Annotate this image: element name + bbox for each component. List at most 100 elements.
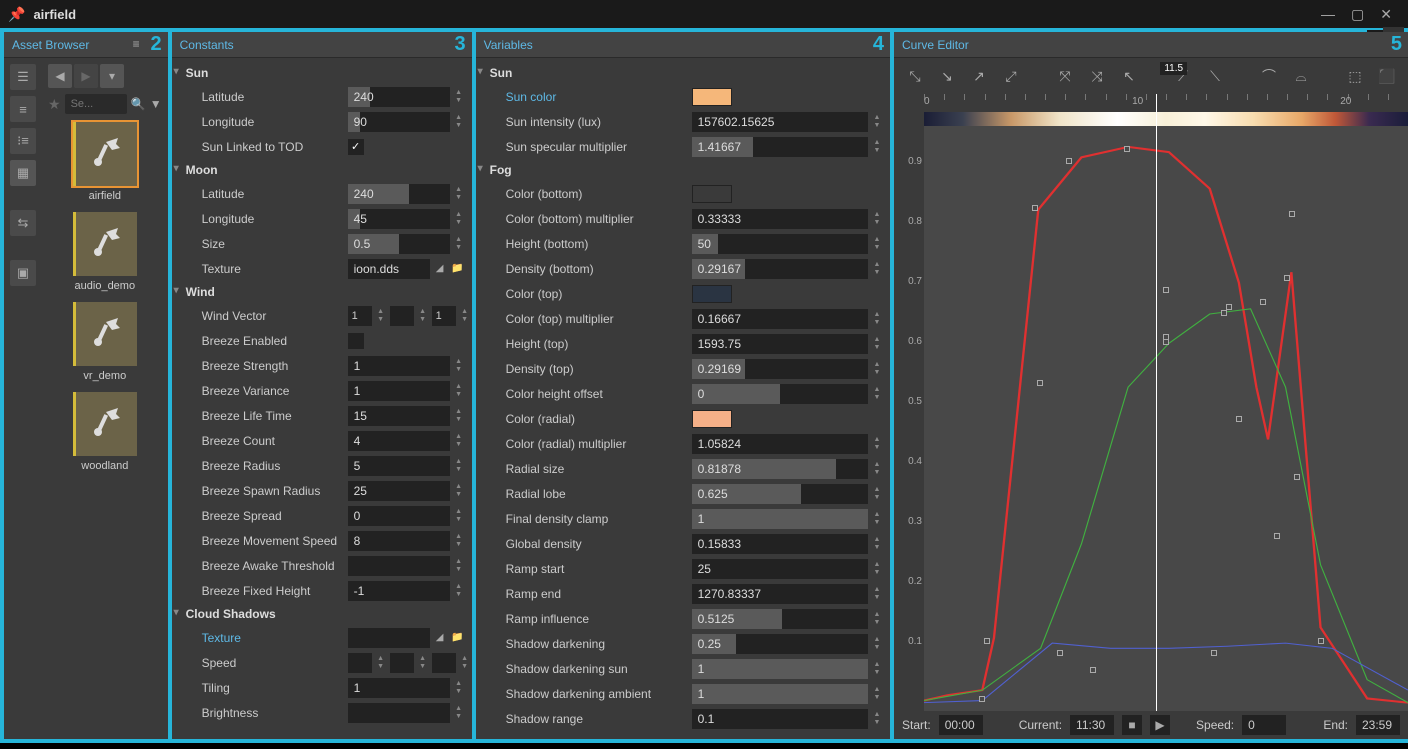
number-input[interactable]: 8 — [348, 531, 450, 551]
number-input[interactable]: 1 — [348, 381, 450, 401]
number-input[interactable]: 0.1 — [692, 709, 868, 729]
spinner[interactable]: ▲▼ — [452, 481, 466, 501]
spinner[interactable]: ▲▼ — [870, 584, 884, 604]
nav-back-button[interactable]: ◀ — [48, 64, 72, 88]
snap-icon[interactable]: ⬚ — [1342, 63, 1368, 89]
vec-z[interactable] — [432, 653, 456, 673]
group-header[interactable]: Sun — [478, 62, 888, 84]
view-list-icon[interactable]: ☰ — [10, 64, 36, 90]
number-input[interactable]: 240 — [348, 87, 450, 107]
group-header[interactable]: Wind — [174, 281, 470, 303]
spinner[interactable]: ▲▼ — [452, 184, 466, 204]
spinner[interactable]: ▲▼ — [452, 356, 466, 376]
number-input[interactable]: 0.81878 — [692, 459, 868, 479]
color-swatch[interactable] — [692, 185, 732, 203]
spinner[interactable]: ▲▼ — [870, 534, 884, 554]
spinner[interactable]: ▲▼ — [870, 684, 884, 704]
current-input[interactable] — [1070, 715, 1114, 735]
number-input[interactable]: 1 — [348, 356, 450, 376]
number-input[interactable]: 1 — [692, 684, 868, 704]
keyframe-point[interactable] — [1211, 650, 1217, 656]
spinner[interactable]: ▲▼ — [870, 634, 884, 654]
number-input[interactable]: 240 — [348, 184, 450, 204]
number-input[interactable]: 90 — [348, 112, 450, 132]
spinner[interactable]: ▲▼ — [452, 581, 466, 601]
keyframe-point[interactable] — [1037, 380, 1043, 386]
browse-icon[interactable]: 📁 — [450, 629, 466, 647]
spinner[interactable]: ▲▼ — [870, 137, 884, 157]
number-input[interactable]: 0.25 — [692, 634, 868, 654]
tangent-step-icon[interactable]: ⤨ — [1084, 63, 1110, 89]
keyframe-point[interactable] — [1221, 310, 1227, 316]
spinner[interactable]: ▲▼ — [452, 678, 466, 698]
color-swatch[interactable] — [692, 285, 732, 303]
sync-icon[interactable]: ⇆ — [10, 210, 36, 236]
clear-icon[interactable]: ◢ — [432, 629, 448, 647]
view-items-icon[interactable]: ⁝≡ — [10, 128, 36, 154]
spinner[interactable]: ▲▼ — [870, 334, 884, 354]
number-input[interactable]: 15 — [348, 406, 450, 426]
number-input[interactable]: -1 — [348, 581, 450, 601]
number-input[interactable]: 1.41667 — [692, 137, 868, 157]
keyframe-point[interactable] — [1057, 650, 1063, 656]
nav-forward-button[interactable]: ▶ — [74, 64, 98, 88]
search-icon[interactable]: 🔍 — [131, 97, 146, 111]
keyframe-point[interactable] — [979, 696, 985, 702]
keyframe-point[interactable] — [1066, 158, 1072, 164]
keyframe-point[interactable] — [1163, 339, 1169, 345]
keyframe-point[interactable] — [1226, 304, 1232, 310]
curve-smooth-icon[interactable]: ⌒ — [1256, 63, 1282, 89]
timeline-ruler[interactable]: 01020 — [924, 94, 1408, 112]
number-input[interactable]: 0.33333 — [692, 209, 868, 229]
clear-icon[interactable]: ◢ — [432, 260, 448, 278]
asset-thumbnail[interactable] — [73, 212, 137, 276]
spinner[interactable]: ▲▼ — [452, 112, 466, 132]
spinner[interactable]: ▲▼ — [452, 506, 466, 526]
tangent-unify-icon[interactable]: ⤧ — [1052, 63, 1078, 89]
checkbox[interactable]: ✓ — [348, 139, 364, 155]
spinner[interactable]: ▲▼ — [452, 209, 466, 229]
file-field[interactable] — [348, 628, 430, 648]
minimize-button[interactable]: — — [1313, 6, 1343, 22]
group-header[interactable]: Fog — [478, 159, 888, 181]
spinner[interactable]: ▲▼ — [870, 509, 884, 529]
curve-flat-icon[interactable]: ⌓ — [1288, 63, 1314, 89]
vec-z[interactable] — [432, 306, 456, 326]
number-input[interactable]: 50 — [692, 234, 868, 254]
vec-x[interactable] — [348, 306, 372, 326]
spinner[interactable]: ▲▼ — [870, 384, 884, 404]
panel-menu-icon[interactable]: ≡ — [133, 37, 140, 51]
number-input[interactable]: 1593.75 — [692, 334, 868, 354]
spinner[interactable]: ▲▼ — [452, 381, 466, 401]
options-icon[interactable]: ⬛ — [1374, 63, 1400, 89]
spinner[interactable]: ▲▼ — [458, 653, 472, 673]
pin-icon[interactable]: 📌 — [8, 6, 25, 23]
view-grid-icon[interactable]: ▦ — [10, 160, 36, 186]
folder-icon[interactable]: ▣ — [10, 260, 36, 286]
keyframe-point[interactable] — [1090, 667, 1096, 673]
spinner[interactable]: ▲▼ — [452, 556, 466, 576]
vec-y[interactable] — [390, 306, 414, 326]
spinner[interactable]: ▲▼ — [870, 234, 884, 254]
checkbox[interactable] — [348, 333, 364, 349]
tangent-out-icon[interactable]: ↗ — [966, 63, 992, 89]
asset-item[interactable]: audio_demo — [48, 212, 162, 292]
spinner[interactable]: ▲▼ — [452, 431, 466, 451]
number-input[interactable]: 0.625 — [692, 484, 868, 504]
vec-y[interactable] — [390, 653, 414, 673]
keyframe-point[interactable] — [1260, 299, 1266, 305]
asset-thumbnail[interactable] — [73, 392, 137, 456]
number-input[interactable]: 0.15833 — [692, 534, 868, 554]
color-swatch[interactable] — [692, 410, 732, 428]
number-input[interactable]: 1 — [348, 678, 450, 698]
spinner[interactable]: ▲▼ — [870, 659, 884, 679]
close-button[interactable]: ✕ — [1372, 6, 1400, 23]
number-input[interactable]: 157602.15625 — [692, 112, 868, 132]
color-swatch[interactable] — [692, 88, 732, 106]
spinner[interactable]: ▲▼ — [870, 359, 884, 379]
number-input[interactable] — [348, 556, 450, 576]
stop-button[interactable]: ■ — [1122, 715, 1142, 735]
spinner[interactable]: ▲▼ — [870, 709, 884, 729]
number-input[interactable]: 45 — [348, 209, 450, 229]
spinner[interactable]: ▲▼ — [452, 406, 466, 426]
